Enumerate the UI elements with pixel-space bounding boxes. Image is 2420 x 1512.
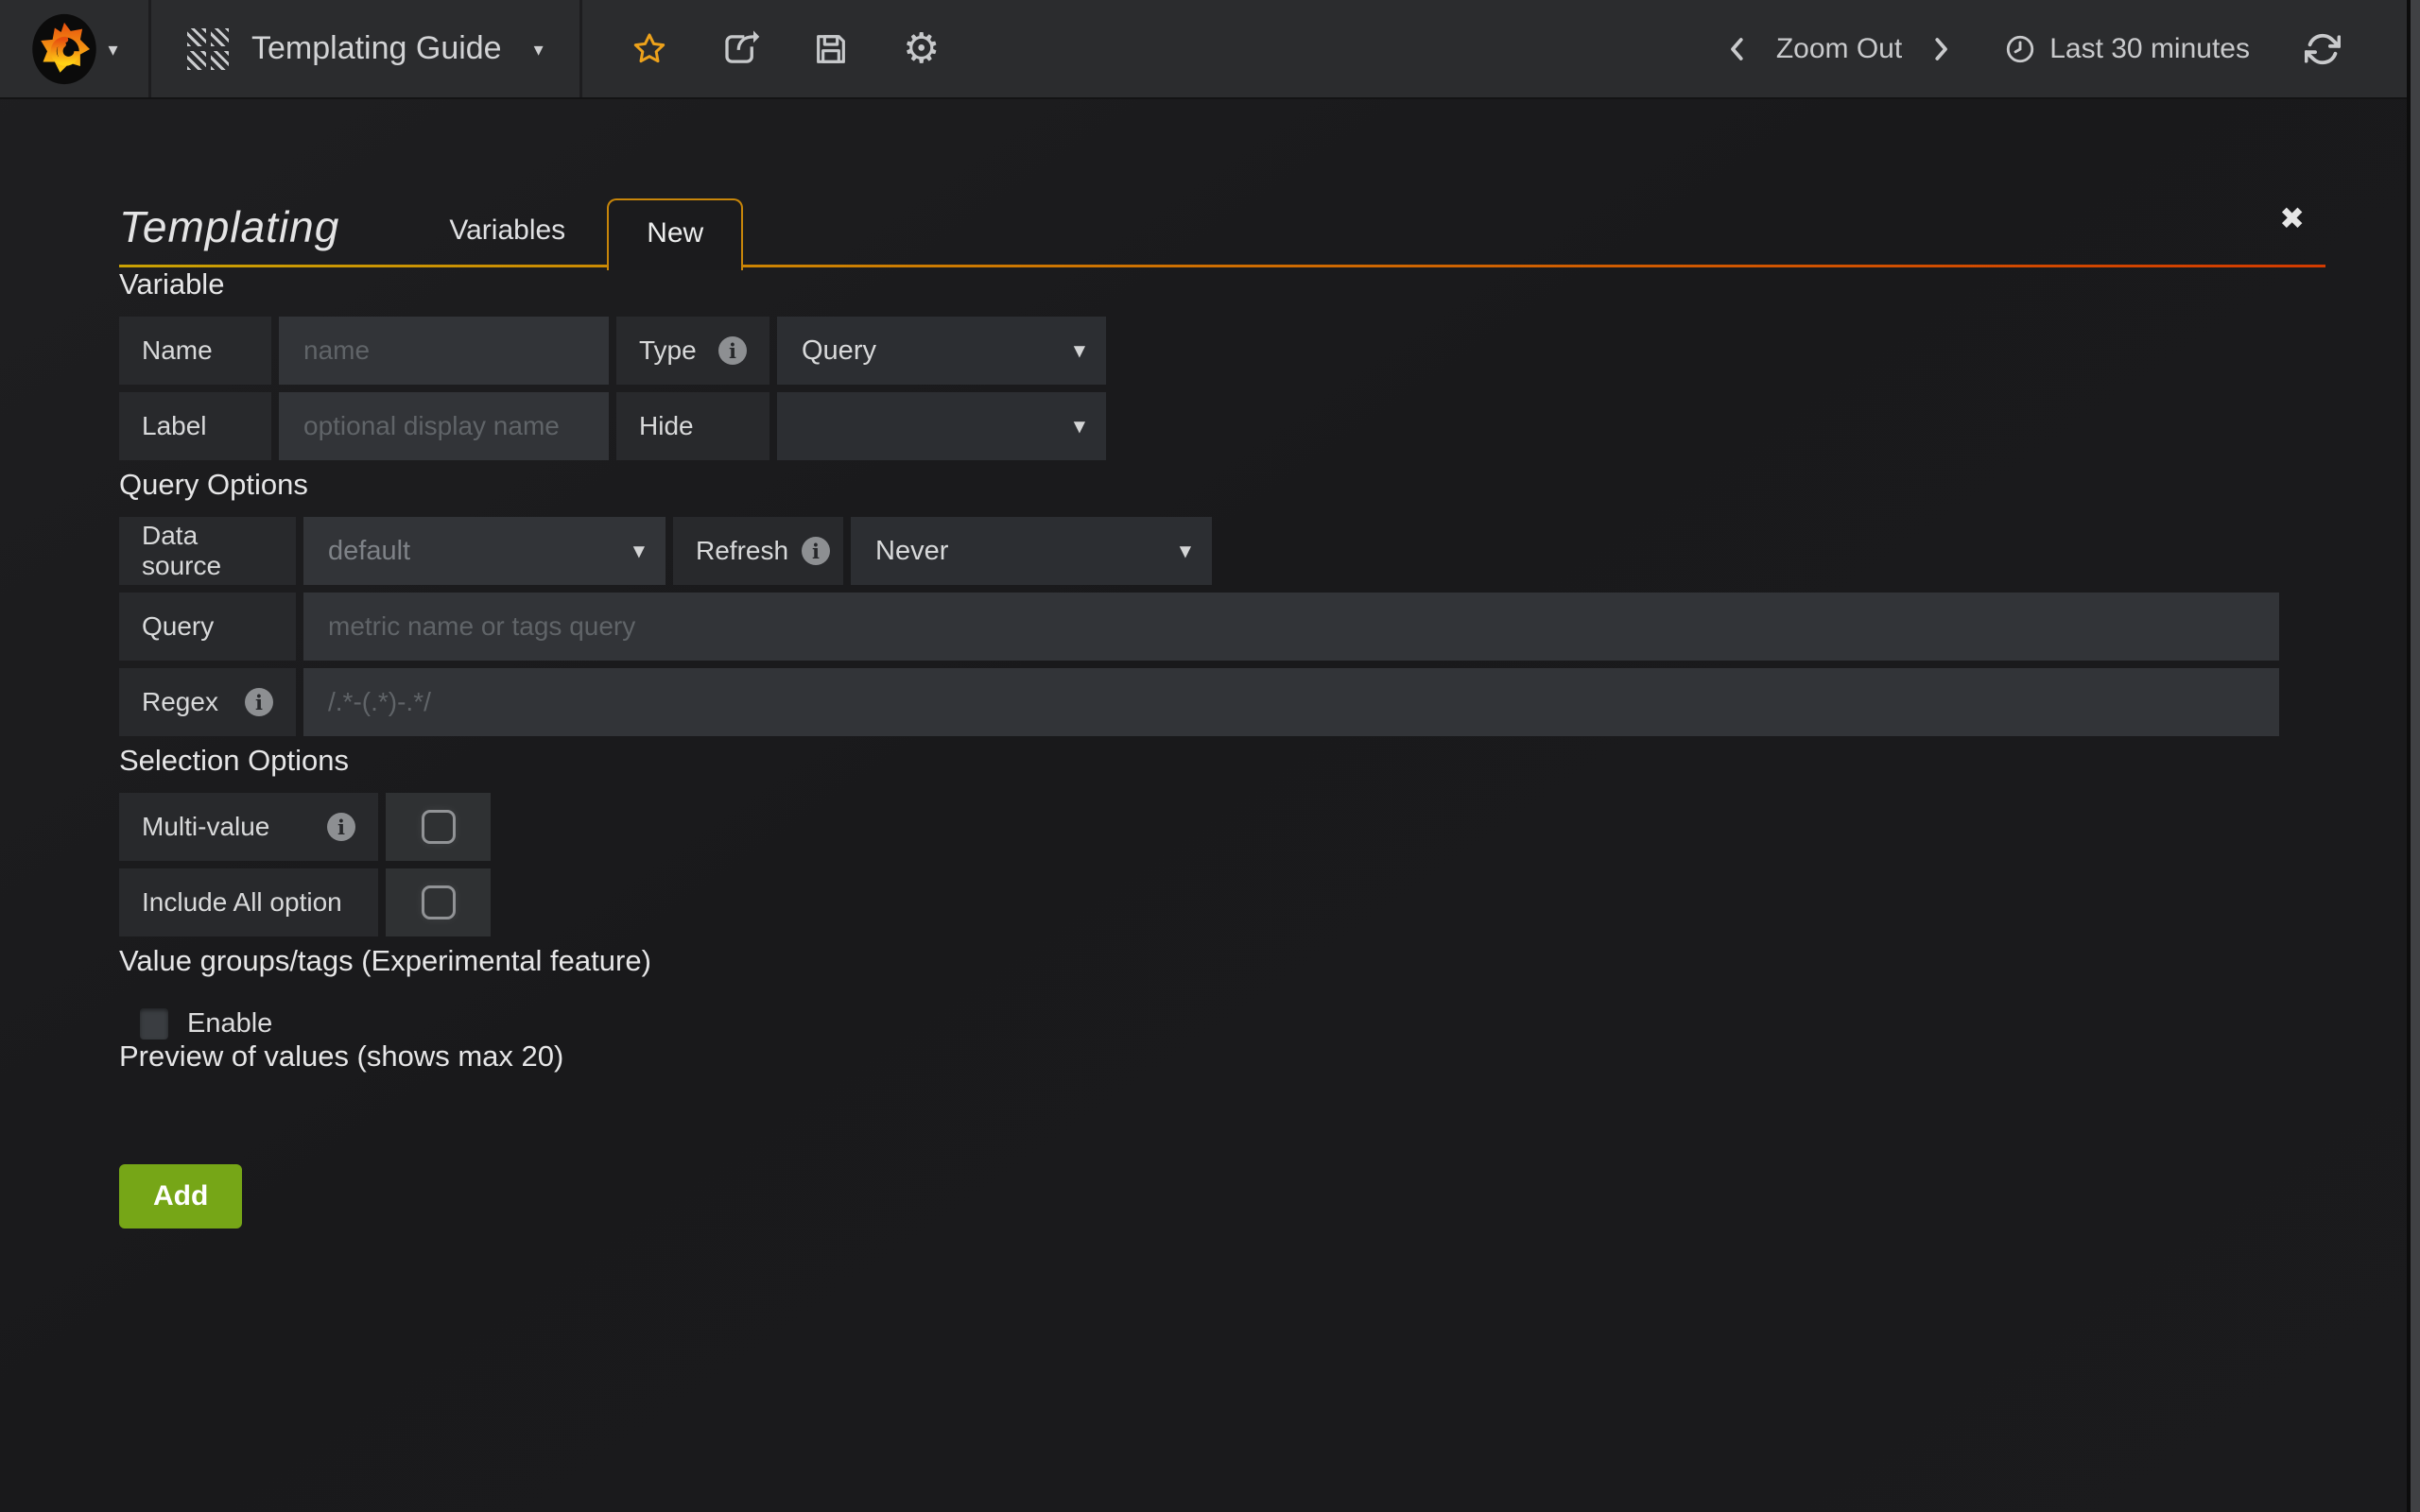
info-icon[interactable]: i <box>327 813 355 841</box>
datasource-label: Data source <box>119 517 296 585</box>
checkbox-icon <box>422 885 456 919</box>
include-all-row: Include All option <box>119 868 2325 936</box>
side-menu-toggle[interactable]: ▾ <box>0 0 151 97</box>
query-input[interactable] <box>303 593 2279 661</box>
datasource-row: Data source default ▼ Refresh i Never ▼ <box>119 517 2325 585</box>
scrollbar-track[interactable] <box>2407 0 2420 1512</box>
templating-editor: Templating Variables New ✖ Variable Name… <box>0 152 2420 1228</box>
refresh-select[interactable]: Never ▼ <box>851 517 1212 585</box>
enable-label: Enable <box>187 1008 272 1040</box>
star-icon[interactable] <box>630 29 669 69</box>
label-label: Label <box>119 392 271 460</box>
chevron-down-icon: ▾ <box>108 38 117 60</box>
query-label: Query <box>119 593 296 661</box>
chevron-down-icon: ▼ <box>1074 418 1085 436</box>
regex-label: Regex i <box>119 668 296 736</box>
datasource-select[interactable]: default ▼ <box>303 517 666 585</box>
multi-value-checkbox[interactable] <box>386 793 491 861</box>
add-button[interactable]: Add <box>119 1164 242 1228</box>
dashboard-title-dropdown[interactable]: Templating Guide ▾ <box>151 0 582 97</box>
hide-label: Hide <box>616 392 769 460</box>
info-icon[interactable]: i <box>245 688 273 716</box>
value-groups-heading: Value groups/tags (Experimental feature) <box>119 944 2325 978</box>
chevron-down-icon: ▼ <box>633 542 645 560</box>
name-input[interactable] <box>279 317 609 385</box>
multi-value-row: Multi-value i <box>119 793 2325 861</box>
type-label: Type i <box>616 317 769 385</box>
navbar: ▾ Templating Guide ▾ ⚙ <box>0 0 2420 99</box>
tab-variables[interactable]: Variables <box>407 215 607 267</box>
refresh-label: Refresh i <box>673 517 843 585</box>
refresh-icon[interactable] <box>2303 29 2342 69</box>
type-select[interactable]: Query ▼ <box>777 317 1106 385</box>
gear-icon[interactable]: ⚙ <box>902 29 942 69</box>
time-controls: Zoom Out Last 30 minutes <box>1723 0 2420 97</box>
variable-heading: Variable <box>119 267 2325 301</box>
regex-row: Regex i <box>119 668 2325 736</box>
tab-bar: Variables New <box>407 196 743 267</box>
tab-new[interactable]: New <box>607 198 743 270</box>
hide-select[interactable]: ▼ <box>777 392 1106 460</box>
regex-input[interactable] <box>303 668 2279 736</box>
time-shift-forward-icon[interactable] <box>1927 33 1955 65</box>
enable-row: Enable <box>140 1008 2325 1040</box>
enable-checkbox[interactable] <box>140 1008 168 1040</box>
variable-row-1: Name Type i Query ▼ <box>119 317 2325 385</box>
time-range-label: Last 30 minutes <box>2049 33 2250 65</box>
zoom-out-button[interactable]: Zoom Out <box>1776 33 1902 65</box>
share-icon[interactable] <box>720 29 760 69</box>
info-icon[interactable]: i <box>718 336 747 365</box>
preview-heading: Preview of values (shows max 20) <box>119 1040 2325 1074</box>
chevron-down-icon: ▾ <box>534 38 544 60</box>
page-header: Templating Variables New ✖ <box>119 152 2325 267</box>
info-icon[interactable]: i <box>802 537 830 565</box>
query-row: Query <box>119 593 2325 661</box>
header-underline <box>119 265 2325 267</box>
include-all-checkbox[interactable] <box>386 868 491 936</box>
dashboard-grid-icon <box>187 28 229 70</box>
chevron-down-icon: ▼ <box>1180 542 1191 560</box>
scrollbar-thumb[interactable] <box>2411 0 2420 1512</box>
save-icon[interactable] <box>811 29 851 69</box>
dashboard-title: Templating Guide <box>251 30 502 67</box>
selection-options-heading: Selection Options <box>119 744 2325 778</box>
clock-icon <box>2004 33 2036 65</box>
checkbox-icon <box>422 810 456 844</box>
page-title: Templating <box>119 201 339 252</box>
grafana-logo-icon <box>30 11 98 87</box>
query-options-heading: Query Options <box>119 468 2325 502</box>
navbar-actions: ⚙ <box>582 0 960 97</box>
label-input[interactable] <box>279 392 609 460</box>
variable-row-2: Label Hide ▼ <box>119 392 2325 460</box>
include-all-label: Include All option <box>119 868 378 936</box>
time-shift-back-icon[interactable] <box>1723 33 1752 65</box>
close-icon[interactable]: ✖ <box>2279 203 2305 233</box>
chevron-down-icon: ▼ <box>1074 342 1085 360</box>
multi-value-label: Multi-value i <box>119 793 378 861</box>
time-range-picker[interactable]: Last 30 minutes <box>2004 33 2250 65</box>
name-label: Name <box>119 317 271 385</box>
